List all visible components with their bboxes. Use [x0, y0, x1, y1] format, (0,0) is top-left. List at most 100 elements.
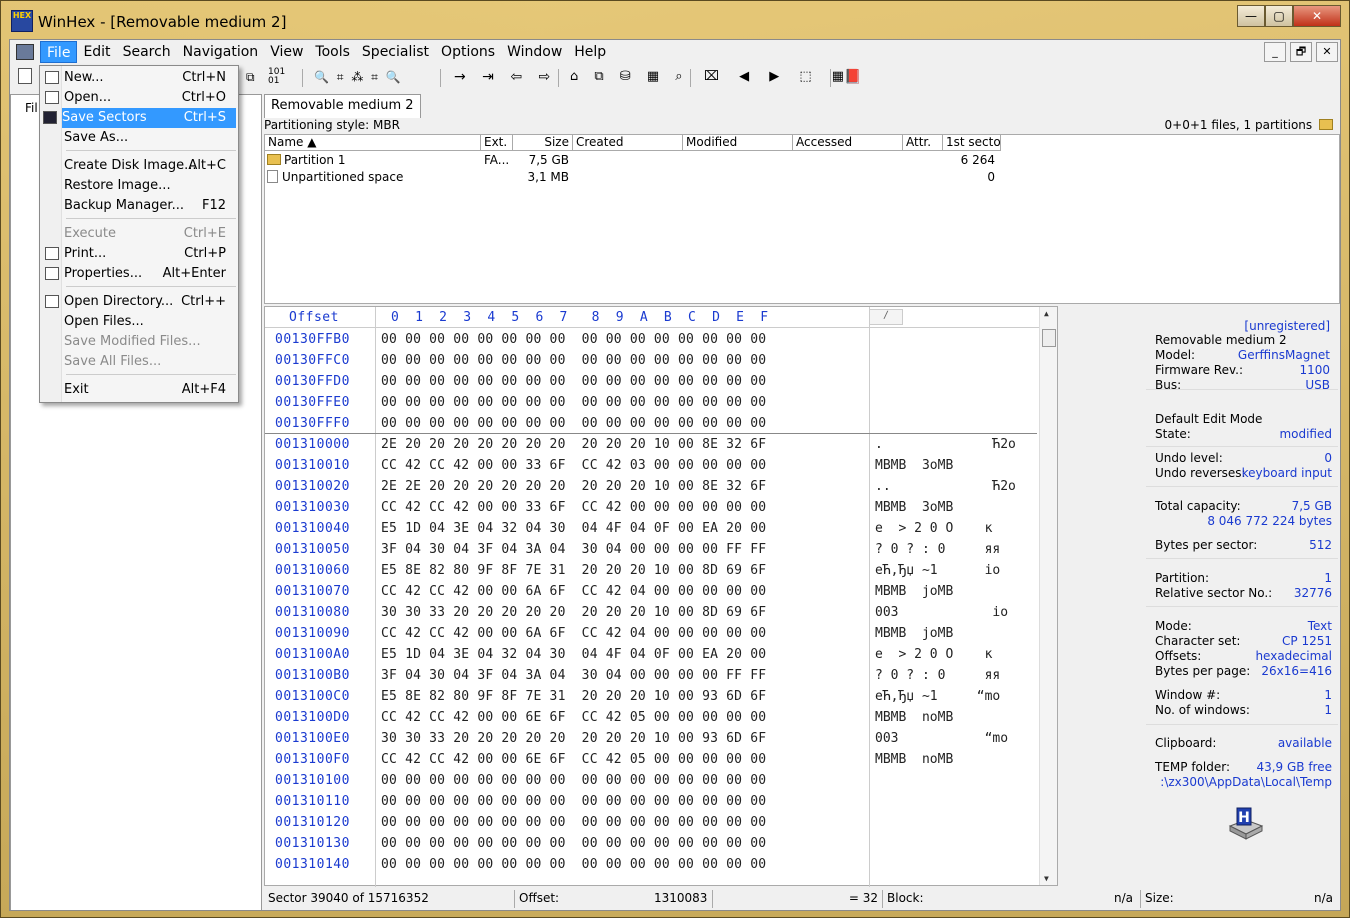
menu-view[interactable]: View	[264, 41, 309, 63]
folder-icon[interactable]	[1319, 119, 1333, 130]
hex-row[interactable]: 001310000 2E 20 20 20 20 20 20 20 20 20 2…	[265, 434, 1057, 455]
hex-row[interactable]: 00130FFF0 00 00 00 00 00 00 00 00 00 00 0…	[265, 413, 1057, 434]
scroll-down-icon[interactable]: ▼	[1044, 874, 1049, 883]
hex-row-bytes[interactable]: 30 30 33 20 20 20 20 20 20 20 20 10 00 9…	[381, 731, 766, 746]
hex-row[interactable]: 001310120 00 00 00 00 00 00 00 00 00 00 0…	[265, 812, 1057, 833]
mdi-minimize-button[interactable]: _	[1264, 42, 1286, 62]
hex-row[interactable]: 0013100B0 3F 04 30 04 3F 04 3A 04 30 04 0…	[265, 665, 1057, 686]
file-menu-item[interactable]: Restore Image...	[42, 176, 238, 196]
hex-row-bytes[interactable]: 00 00 00 00 00 00 00 00 00 00 00 00 00 0…	[381, 794, 766, 809]
file-menu-item[interactable]: Properties... Alt+Enter	[42, 264, 238, 284]
hex-row[interactable]: 001310110 00 00 00 00 00 00 00 00 00 00 0…	[265, 791, 1057, 812]
col-header-modified[interactable]: Modified	[683, 135, 793, 151]
hex-row-text[interactable]: .. Ћ2o	[875, 479, 1016, 494]
help-book-icon[interactable]: 📕	[844, 68, 861, 86]
hex-row-bytes[interactable]: E5 8E 82 80 9F 8F 7E 31 20 20 20 10 00 9…	[381, 689, 766, 704]
hex-row-bytes[interactable]: CC 42 CC 42 00 00 6A 6F CC 42 04 00 00 0…	[381, 626, 766, 641]
hex-row-bytes[interactable]: 2E 2E 20 20 20 20 20 20 20 20 20 10 00 8…	[381, 479, 766, 494]
hex-row-bytes[interactable]: 00 00 00 00 00 00 00 00 00 00 00 00 00 0…	[381, 416, 766, 431]
close-button[interactable]: ✕	[1293, 5, 1341, 27]
hex-row[interactable]: 0013100C0 E5 8E 82 80 9F 8F 7E 31 20 20 2…	[265, 686, 1057, 707]
col-header-accessed[interactable]: Accessed	[793, 135, 903, 151]
minimize-button[interactable]: —	[1237, 5, 1265, 27]
hex-row[interactable]: 001310130 00 00 00 00 00 00 00 00 00 00 0…	[265, 833, 1057, 854]
hex-row[interactable]: 001310070 CC 42 CC 42 00 00 6A 6F CC 42 0…	[265, 581, 1057, 602]
hex-row-bytes[interactable]: 00 00 00 00 00 00 00 00 00 00 00 00 00 0…	[381, 395, 766, 410]
col-header-ext[interactable]: Ext.	[481, 135, 513, 151]
menu-tools[interactable]: Tools	[309, 41, 356, 63]
col-header-attr[interactable]: Attr.	[903, 135, 943, 151]
tab-removable-medium-2[interactable]: Removable medium 2	[264, 94, 421, 118]
hex-row-text[interactable]: 003 io	[875, 605, 1008, 620]
hex-row-bytes[interactable]: 00 00 00 00 00 00 00 00 00 00 00 00 00 0…	[381, 353, 766, 368]
hex-row[interactable]: 00130FFB0 00 00 00 00 00 00 00 00 00 00 0…	[265, 329, 1057, 350]
search-tools-icon[interactable]: 🔍 ⌗ ⁂ ⌗ 🔍	[314, 68, 403, 86]
col-header-first-sector[interactable]: 1st sector	[943, 135, 1001, 151]
file-menu-item[interactable]: Create Disk Image... Alt+C	[42, 156, 238, 176]
hex-row-text[interactable]: eЋ‚Ђџ ~1 io	[875, 563, 1000, 578]
new-file-icon[interactable]	[18, 68, 32, 84]
col-header-name[interactable]: Name ▲	[265, 135, 481, 151]
navigation-icons[interactable]: → ⇥ ⇦ ⇨	[454, 68, 556, 86]
hex-row-bytes[interactable]: 2E 20 20 20 20 20 20 20 20 20 20 10 00 8…	[381, 437, 766, 452]
hex-row[interactable]: 0013100E0 30 30 33 20 20 20 20 20 20 20 2…	[265, 728, 1057, 749]
hex-row[interactable]: 001310010 CC 42 CC 42 00 00 33 6F CC 42 0…	[265, 455, 1057, 476]
hex-row[interactable]: 001310060 E5 8E 82 80 9F 8F 7E 31 20 20 2…	[265, 560, 1057, 581]
hex-row-text[interactable]: . Ћ2o	[875, 437, 1016, 452]
hex-row-text[interactable]: MBMB 3oMB	[875, 500, 953, 515]
hex-row-text[interactable]: MBMB joMB	[875, 626, 953, 641]
scroll-up-icon[interactable]: ▲	[1044, 309, 1049, 318]
hex-row-bytes[interactable]: E5 1D 04 3E 04 32 04 30 04 4F 04 0F 00 E…	[381, 521, 766, 536]
hex-row-text[interactable]: e > 2 0 О к	[875, 647, 992, 662]
hex-row-bytes[interactable]: 00 00 00 00 00 00 00 00 00 00 00 00 00 0…	[381, 836, 766, 851]
text-column-marker[interactable]: ∕	[869, 309, 903, 325]
hex-row[interactable]: 00130FFC0 00 00 00 00 00 00 00 00 00 00 0…	[265, 350, 1057, 371]
hex-row[interactable]: 0013100D0 CC 42 CC 42 00 00 6E 6F CC 42 0…	[265, 707, 1057, 728]
hex-row[interactable]: 001310080 30 30 33 20 20 20 20 20 20 20 2…	[265, 602, 1057, 623]
document-icon[interactable]	[10, 41, 40, 63]
hex-row-text[interactable]: MBMB noMB	[875, 752, 953, 767]
hex-row[interactable]: 0013100A0 E5 1D 04 3E 04 32 04 30 04 4F 0…	[265, 644, 1057, 665]
file-menu-item[interactable]: Open... Ctrl+O	[42, 88, 238, 108]
table-row[interactable]: Unpartitioned space	[267, 169, 481, 185]
menu-search[interactable]: Search	[117, 41, 177, 63]
hex-row-bytes[interactable]: 00 00 00 00 00 00 00 00 00 00 00 00 00 0…	[381, 773, 766, 788]
hex-scrollbar[interactable]: ▲ ▼	[1039, 307, 1057, 885]
file-menu-item[interactable]: Exit Alt+F4	[42, 380, 238, 400]
maximize-button[interactable]: ▢	[1265, 5, 1293, 27]
title-bar[interactable]: HEX WinHex - [Removable medium 2] — ▢ ✕	[1, 1, 1349, 39]
menu-navigation[interactable]: Navigation	[177, 41, 265, 63]
hex-row[interactable]: 001310140 00 00 00 00 00 00 00 00 00 00 0…	[265, 854, 1057, 875]
menu-window[interactable]: Window	[501, 41, 568, 63]
hex-row[interactable]: 001310040 E5 1D 04 3E 04 32 04 30 04 4F 0…	[265, 518, 1057, 539]
file-menu-item[interactable]: New... Ctrl+N	[42, 68, 238, 88]
mdi-restore-button[interactable]: 🗗	[1290, 42, 1312, 62]
hex-row-text[interactable]: e > 2 0 О к	[875, 521, 992, 536]
mdi-close-button[interactable]: ✕	[1316, 42, 1338, 62]
hex-row-bytes[interactable]: 00 00 00 00 00 00 00 00 00 00 00 00 00 0…	[381, 374, 766, 389]
winhex-app-icon[interactable]: HEX	[11, 10, 33, 32]
hex-row-bytes[interactable]: E5 1D 04 3E 04 32 04 30 04 4F 04 0F 00 E…	[381, 647, 766, 662]
hex-row[interactable]: 00130FFD0 00 00 00 00 00 00 00 00 00 00 0…	[265, 371, 1057, 392]
hex-row-bytes[interactable]: 3F 04 30 04 3F 04 3A 04 30 04 00 00 00 0…	[381, 542, 766, 557]
hex-row-text[interactable]: 003 “mo	[875, 731, 1008, 746]
file-menu-item[interactable]: Open Files...	[42, 312, 238, 332]
hex-row[interactable]: 001310050 3F 04 30 04 3F 04 3A 04 30 04 0…	[265, 539, 1057, 560]
hex-row-bytes[interactable]: CC 42 CC 42 00 00 6E 6F CC 42 05 00 00 0…	[381, 710, 766, 725]
disk-tools-icons[interactable]: ⌂ ⧉ ⛁ ▦ ⌕	[570, 68, 689, 86]
hex-row-bytes[interactable]: 00 00 00 00 00 00 00 00 00 00 00 00 00 0…	[381, 815, 766, 830]
hex-row-text[interactable]: MBMB joMB	[875, 584, 953, 599]
hex-row[interactable]: 001310090 CC 42 CC 42 00 00 6A 6F CC 42 0…	[265, 623, 1057, 644]
copy-icon[interactable]: ⧉	[246, 68, 255, 86]
hex-row-bytes[interactable]: 00 00 00 00 00 00 00 00 00 00 00 00 00 0…	[381, 332, 766, 347]
hex-row-bytes[interactable]: 30 30 33 20 20 20 20 20 20 20 20 10 00 8…	[381, 605, 766, 620]
hex-row-bytes[interactable]: CC 42 CC 42 00 00 6E 6F CC 42 05 00 00 0…	[381, 752, 766, 767]
menu-options[interactable]: Options	[435, 41, 501, 63]
binary-icon[interactable]: 10101	[268, 68, 286, 86]
hex-row-text[interactable]: MBMB noMB	[875, 710, 953, 725]
hex-row-text[interactable]: eЋ‚Ђџ ~1 “mo	[875, 689, 1000, 704]
hex-row[interactable]: 001310100 00 00 00 00 00 00 00 00 00 00 0…	[265, 770, 1057, 791]
hex-row-bytes[interactable]: CC 42 CC 42 00 00 6A 6F CC 42 04 00 00 0…	[381, 584, 766, 599]
hex-row[interactable]: 0013100F0 CC 42 CC 42 00 00 6E 6F CC 42 0…	[265, 749, 1057, 770]
hex-row-bytes[interactable]: CC 42 CC 42 00 00 33 6F CC 42 00 00 00 0…	[381, 500, 766, 515]
